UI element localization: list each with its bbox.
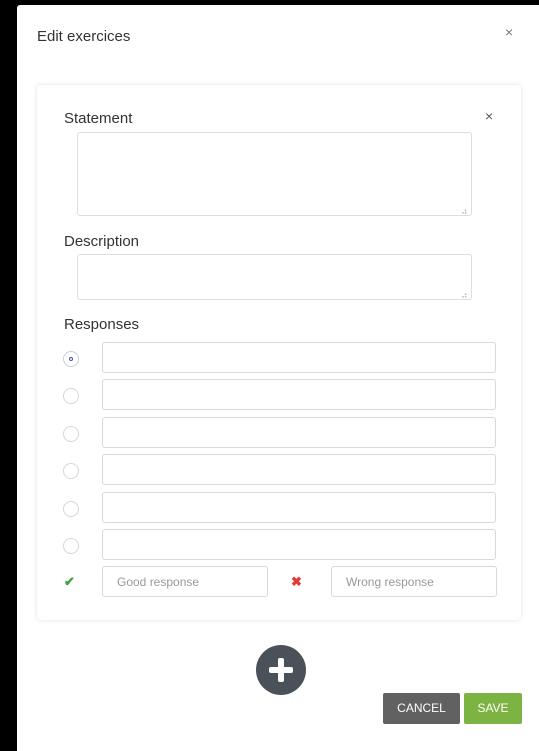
remove-exercise-icon[interactable]: ×: [485, 109, 493, 123]
save-button[interactable]: SAVE: [464, 693, 522, 724]
response-input[interactable]: [102, 492, 496, 523]
response-input[interactable]: [102, 342, 496, 373]
response-radio[interactable]: [63, 351, 79, 367]
close-icon[interactable]: ×: [505, 25, 513, 39]
cancel-button[interactable]: CANCEL: [383, 693, 460, 724]
description-textarea[interactable]: [77, 254, 472, 300]
resize-grip-icon[interactable]: ⠴: [461, 207, 468, 216]
responses-label: Responses: [64, 316, 140, 333]
cross-icon: ✖: [291, 574, 302, 589]
statement-textarea[interactable]: [77, 132, 472, 216]
description-label: Description: [64, 233, 140, 250]
statement-label: Statement: [64, 110, 133, 127]
exercise-card: Statement × ⠴ Description ⠴ Responses ✔ …: [37, 85, 521, 620]
wrong-response-input[interactable]: [331, 566, 497, 597]
plus-icon[interactable]: [256, 645, 306, 695]
good-response-input[interactable]: [102, 566, 268, 597]
modal-title: Edit exercices: [37, 28, 131, 45]
resize-grip-icon[interactable]: ⠴: [461, 291, 468, 300]
response-radio[interactable]: [63, 426, 79, 442]
checkmark-icon: ✔: [64, 574, 75, 589]
response-input[interactable]: [102, 379, 496, 410]
response-input[interactable]: [102, 454, 496, 485]
response-radio[interactable]: [63, 388, 79, 404]
response-radio[interactable]: [63, 463, 79, 479]
response-radio[interactable]: [63, 538, 79, 554]
edit-exercise-modal: Edit exercices × Statement × ⠴ Descripti…: [17, 5, 539, 751]
response-input[interactable]: [102, 529, 496, 560]
response-input[interactable]: [102, 417, 496, 448]
response-radio[interactable]: [63, 501, 79, 517]
